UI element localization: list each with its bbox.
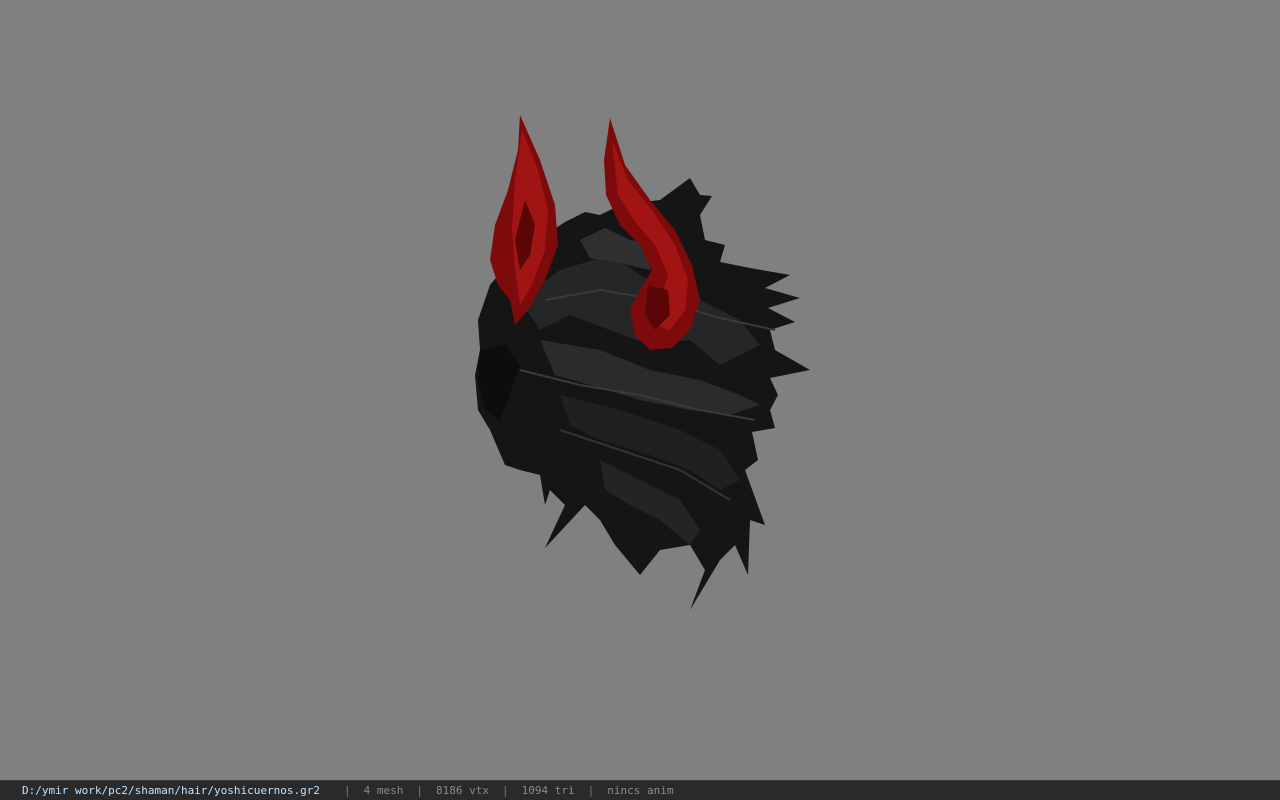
animation-status-label: nincs anim — [607, 784, 674, 797]
3d-viewport[interactable] — [0, 0, 1280, 780]
vertex-count-label: 8186 vtx — [436, 784, 489, 797]
status-separator: | — [587, 784, 595, 797]
status-separator: | — [416, 784, 424, 797]
mesh-count-label: 4 mesh — [363, 784, 404, 797]
triangle-count-label: 1094 tri — [521, 784, 575, 797]
status-separator: | — [502, 784, 509, 797]
hair-model-render[interactable] — [0, 0, 1280, 780]
status-separator: | — [344, 784, 351, 797]
status-bar: D:/ymir work/pc2/shaman/hair/yoshicuerno… — [0, 780, 1280, 800]
file-path-label: D:/ymir work/pc2/shaman/hair/yoshicuerno… — [22, 784, 321, 797]
